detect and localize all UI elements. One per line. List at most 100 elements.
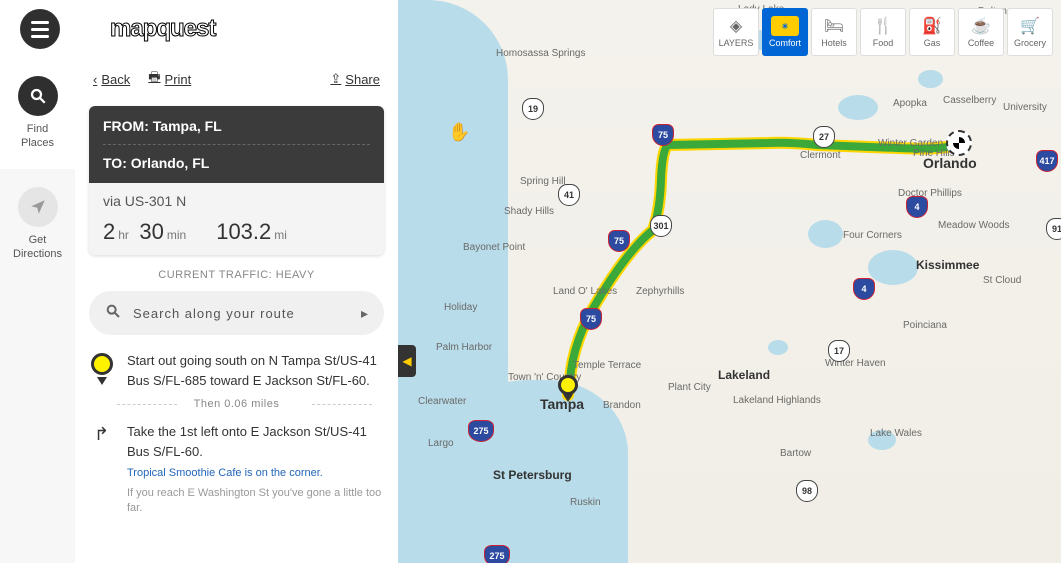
back-link[interactable]: ‹Back [93,72,130,87]
side-panel: ‹Back 🖶Print ⇪Share FROM: Tampa, FL TO: … [75,58,398,563]
end-marker[interactable] [946,130,972,156]
start-pin-icon [91,353,113,381]
direction-step: ↰ Take the 1st left onto E Jackson St/US… [89,422,384,516]
poi-hotels[interactable]: 🛏Hotels [811,8,857,56]
poi-grocery[interactable]: 🛒Grocery [1007,8,1053,56]
header: mapquest [0,0,398,58]
left-nav: Find Places Get Directions [0,58,75,563]
nav-label: Find Places [21,122,54,151]
route-stats: 2hr 30min 103.2mi [103,219,370,245]
map-label: Bartow [780,448,811,459]
map-label: Ruskin [570,497,601,508]
hwy-shield: 19 [522,98,544,120]
search-icon [105,303,121,324]
map-label: St Cloud [983,275,1021,286]
route-from: FROM: Tampa, FL [103,118,370,145]
map-label: Plant City [668,382,711,393]
hours-value: 2 [103,219,115,245]
map-label: Brandon [603,400,641,411]
panel-toolbar: ‹Back 🖶Print ⇪Share [75,58,398,100]
map-canvas[interactable]: ✋ Lady Lake Deltona Homosassa Springs Ap… [398,0,1061,563]
directions-icon [18,187,58,227]
map-label: Lakeland Highlands [733,395,821,406]
hwy-shield: 98 [796,480,818,502]
chevron-left-icon: ‹ [93,72,97,87]
directions-list: Start out going south on N Tampa St/US-4… [75,335,398,516]
route-to: TO: Orlando, FL [103,145,370,171]
map-label: Spring Hill [520,176,566,187]
map-label: University [1003,102,1047,113]
map-label: Meadow Woods [938,220,1010,231]
poi-food[interactable]: 🍴Food [860,8,906,56]
print-link[interactable]: 🖶Print [148,68,191,90]
mins-value: 30 [139,219,163,245]
grocery-icon: 🛒 [1020,16,1040,36]
hwy-shield: 17 [828,340,850,362]
map-label: Shady Hills [504,206,554,217]
map-label: Lake Wales [870,428,922,439]
poi-comfort[interactable]: ☀Comfort [762,8,808,56]
interstate-shield: 4 [906,196,928,218]
step-text: Take the 1st left onto E Jackson St/US-4… [127,422,384,461]
direction-step: Start out going south on N Tampa St/US-4… [89,351,384,390]
then-distance: Then 0.06 miles [89,398,384,410]
hwy-shield: 301 [650,215,672,237]
hwy-shield: 41 [558,184,580,206]
grab-cursor-icon: ✋ [448,122,470,143]
comfort-icon: ☀ [771,16,799,36]
interstate-shield: 4 [853,278,875,300]
search-along-label: Search along your route [133,306,349,321]
poi-layers[interactable]: ◈LAYERS [713,8,759,56]
map-label: Zephyrhills [636,286,684,297]
route-summary-card: FROM: Tampa, FL TO: Orlando, FL via US-3… [89,106,384,255]
map-label: Bayonet Point [463,242,525,253]
map-label: Orlando [923,155,977,171]
traffic-status: CURRENT TRAFFIC: HEAVY [75,255,398,291]
nav-get-directions[interactable]: Get Directions [0,169,75,280]
interstate-shield: 75 [608,230,630,252]
step-note: Tropical Smoothie Cafe is on the corner. [127,465,384,482]
logo[interactable]: mapquest [110,15,215,43]
poi-coffee[interactable]: ☕Coffee [958,8,1004,56]
step-note: If you reach E Washington St you've gone… [127,486,384,517]
map-label: Largo [428,438,454,449]
menu-button[interactable] [20,9,60,49]
start-marker[interactable] [558,375,578,395]
interstate-shield: 275 [484,545,510,563]
collapse-panel-tab[interactable]: ◀ [398,345,416,377]
print-icon: 🖶 [148,68,160,90]
step-text: Start out going south on N Tampa St/US-4… [127,351,384,390]
map-label: Kissimmee [916,258,979,272]
map-label: Homosassa Springs [496,48,585,59]
hotel-icon: 🛏 [824,16,844,36]
route-via: via US-301 N [103,193,370,209]
interstate-shield: 275 [468,420,494,442]
gas-icon: ⛽ [922,16,942,36]
map-label: Holiday [444,302,477,313]
map-label: Poinciana [903,320,947,331]
turn-left-icon: ↰ [94,424,109,516]
share-icon: ⇪ [330,71,341,87]
map-label: Clearwater [418,396,466,407]
coffee-icon: ☕ [971,16,991,36]
search-icon [18,76,58,116]
interstate-shield: 417 [1036,150,1058,172]
nav-find-places[interactable]: Find Places [0,58,75,169]
map-label: Four Corners [843,230,902,241]
poi-gas[interactable]: ⛽Gas [909,8,955,56]
chevron-right-icon: ▸ [361,305,368,322]
interstate-shield: 75 [652,124,674,146]
distance-value: 103.2 [216,219,271,245]
map-label: Apopka [893,98,927,109]
interstate-shield: 75 [580,308,602,330]
map-label: Temple Terrace [573,360,641,371]
search-along-route[interactable]: Search along your route ▸ [89,291,384,335]
share-link[interactable]: ⇪Share [330,71,380,87]
map-label: Clermont [800,150,841,161]
food-icon: 🍴 [873,16,893,36]
map-label: Land O' Lakes [553,286,617,297]
map-label: Palm Harbor [436,342,492,353]
layers-icon: ◈ [730,16,742,36]
poi-toolbar: ◈LAYERS ☀Comfort 🛏Hotels 🍴Food ⛽Gas ☕Cof… [713,8,1053,56]
map-label: St Petersburg [493,468,572,482]
